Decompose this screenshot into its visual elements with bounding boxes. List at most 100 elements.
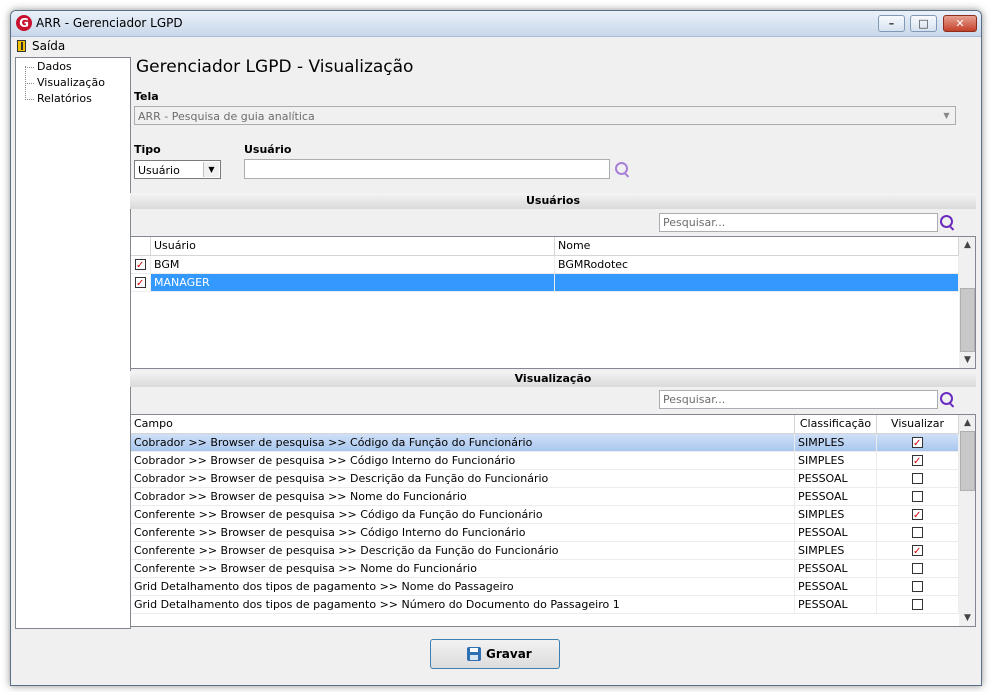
row-classificacao: SIMPLES xyxy=(795,506,877,523)
users-grid-header: Usuário Nome xyxy=(131,237,959,256)
row-visualizar-cell xyxy=(877,596,959,613)
tree-item-dados[interactable]: Dados xyxy=(37,60,72,73)
tela-select[interactable]: ARR - Pesquisa de guia analítica ▼ xyxy=(134,106,956,125)
tree-item-relatorios[interactable]: Relatórios xyxy=(37,92,92,105)
visualizar-checkbox[interactable] xyxy=(912,599,923,610)
row-campo: Cobrador >> Browser de pesquisa >> Nome … xyxy=(131,488,795,505)
exit-door-icon xyxy=(17,40,26,52)
view-col-campo[interactable]: Campo xyxy=(131,415,795,433)
visualizar-checkbox[interactable] xyxy=(912,473,923,484)
usuario-input[interactable] xyxy=(244,159,610,179)
row-campo: Grid Detalhamento dos tipos de pagamento… xyxy=(131,578,795,595)
users-check-column[interactable] xyxy=(131,237,151,255)
table-row[interactable]: Conferente >> Browser de pesquisa >> Cód… xyxy=(131,506,959,524)
row-classificacao: SIMPLES xyxy=(795,542,877,559)
row-checkbox[interactable] xyxy=(135,257,146,273)
row-campo: Grid Detalhamento dos tipos de pagamento… xyxy=(131,596,795,613)
save-button[interactable]: Gravar xyxy=(430,639,560,669)
row-classificacao: PESSOAL xyxy=(795,488,877,505)
tree-item-visualizacao[interactable]: Visualização xyxy=(37,76,105,89)
table-row[interactable]: Conferente >> Browser de pesquisa >> Cód… xyxy=(131,524,959,542)
table-row[interactable]: Conferente >> Browser de pesquisa >> Des… xyxy=(131,542,959,560)
row-nome: BGMRodotec xyxy=(555,256,959,273)
visualizar-checkbox[interactable] xyxy=(912,453,923,469)
row-campo: Conferente >> Browser de pesquisa >> Cód… xyxy=(131,524,795,541)
row-visualizar-cell xyxy=(877,470,959,487)
visualizar-checkbox[interactable] xyxy=(912,435,923,451)
minimize-icon: – xyxy=(888,17,895,30)
row-usuario: MANAGER xyxy=(151,274,555,291)
minimize-button[interactable]: – xyxy=(878,15,905,32)
row-usuario: BGM xyxy=(151,256,555,273)
users-scrollbar[interactable]: ▲ ▼ xyxy=(959,237,975,368)
search-icon[interactable] xyxy=(940,215,956,231)
maximize-button[interactable]: □ xyxy=(910,15,937,32)
users-search-input[interactable]: Pesquisar... xyxy=(659,213,938,232)
search-icon-handle xyxy=(948,402,955,408)
users-col-nome[interactable]: Nome xyxy=(555,237,959,255)
chevron-down-icon: ▼ xyxy=(943,111,950,120)
row-campo: Cobrador >> Browser de pesquisa >> Códig… xyxy=(131,452,795,469)
table-row[interactable]: Grid Detalhamento dos tipos de pagamento… xyxy=(131,578,959,596)
users-col-usuario[interactable]: Usuário xyxy=(151,237,555,255)
table-row[interactable]: Cobrador >> Browser de pesquisa >> Códig… xyxy=(131,434,959,452)
tree-connector xyxy=(25,99,34,100)
row-classificacao: SIMPLES xyxy=(795,452,877,469)
close-button[interactable]: ✕ xyxy=(943,15,977,32)
usuario-label: Usuário xyxy=(244,143,292,156)
row-campo: Cobrador >> Browser de pesquisa >> Descr… xyxy=(131,470,795,487)
row-visualizar-cell xyxy=(877,506,959,523)
table-row[interactable]: BGM BGMRodotec xyxy=(131,256,959,274)
row-visualizar-cell xyxy=(877,452,959,469)
table-row[interactable]: Cobrador >> Browser de pesquisa >> Códig… xyxy=(131,452,959,470)
row-visualizar-cell xyxy=(877,560,959,577)
main-window: G ARR - Gerenciador LGPD – □ ✕ Saída Dad… xyxy=(10,10,982,686)
visualizar-checkbox[interactable] xyxy=(912,507,923,523)
view-section-header: Visualização xyxy=(130,371,976,387)
tipo-select[interactable]: Usuário ▼ xyxy=(134,160,221,179)
table-row[interactable]: Grid Detalhamento dos tipos de pagamento… xyxy=(131,596,959,614)
row-campo: Cobrador >> Browser de pesquisa >> Códig… xyxy=(131,434,795,451)
row-classificacao: PESSOAL xyxy=(795,524,877,541)
view-col-visualizar[interactable]: Visualizar xyxy=(877,415,959,433)
scroll-up-icon[interactable]: ▲ xyxy=(959,415,975,431)
search-icon[interactable] xyxy=(615,162,631,178)
table-row[interactable]: Conferente >> Browser de pesquisa >> Nom… xyxy=(131,560,959,578)
navigation-tree: Dados Visualização Relatórios xyxy=(15,57,131,629)
scroll-thumb[interactable] xyxy=(960,288,975,352)
row-campo: Conferente >> Browser de pesquisa >> Des… xyxy=(131,542,795,559)
visualizar-checkbox[interactable] xyxy=(912,491,923,502)
visualizar-checkbox[interactable] xyxy=(912,563,923,574)
search-icon-handle xyxy=(948,225,955,231)
users-grid: Usuário Nome BGM BGMRodotec MANAGER ▲ ▼ xyxy=(130,236,976,369)
visualizar-checkbox[interactable] xyxy=(912,543,923,559)
view-search-input[interactable]: Pesquisar... xyxy=(659,390,938,409)
view-scrollbar[interactable]: ▲ ▼ xyxy=(959,415,975,626)
save-button-label: Gravar xyxy=(486,647,532,661)
visualizar-checkbox[interactable] xyxy=(912,581,923,592)
tree-connector xyxy=(25,83,34,84)
scroll-down-icon[interactable]: ▼ xyxy=(959,352,975,368)
close-icon: ✕ xyxy=(955,17,965,30)
row-classificacao: PESSOAL xyxy=(795,470,877,487)
users-section-header: Usuários xyxy=(130,193,976,209)
table-row-selected[interactable]: MANAGER xyxy=(131,274,959,292)
visualizar-checkbox[interactable] xyxy=(912,527,923,538)
table-row[interactable]: Cobrador >> Browser de pesquisa >> Descr… xyxy=(131,470,959,488)
row-check-cell xyxy=(131,274,151,291)
scroll-thumb[interactable] xyxy=(960,431,975,491)
row-visualizar-cell xyxy=(877,542,959,559)
row-classificacao: PESSOAL xyxy=(795,578,877,595)
scroll-down-icon[interactable]: ▼ xyxy=(959,610,975,626)
view-col-classificacao[interactable]: Classificação xyxy=(795,415,877,433)
title-bar[interactable]: G ARR - Gerenciador LGPD – □ ✕ xyxy=(11,11,981,37)
view-grid-header: Campo Classificação Visualizar xyxy=(131,415,959,434)
search-icon[interactable] xyxy=(940,392,956,408)
row-checkbox[interactable] xyxy=(135,275,146,291)
table-row[interactable]: Cobrador >> Browser de pesquisa >> Nome … xyxy=(131,488,959,506)
maximize-icon: □ xyxy=(918,17,929,30)
scroll-up-icon[interactable]: ▲ xyxy=(959,237,975,253)
app-logo-icon: G xyxy=(16,15,32,31)
page-title: Gerenciador LGPD - Visualização xyxy=(136,57,414,77)
chevron-down-icon[interactable]: ▼ xyxy=(203,162,219,177)
